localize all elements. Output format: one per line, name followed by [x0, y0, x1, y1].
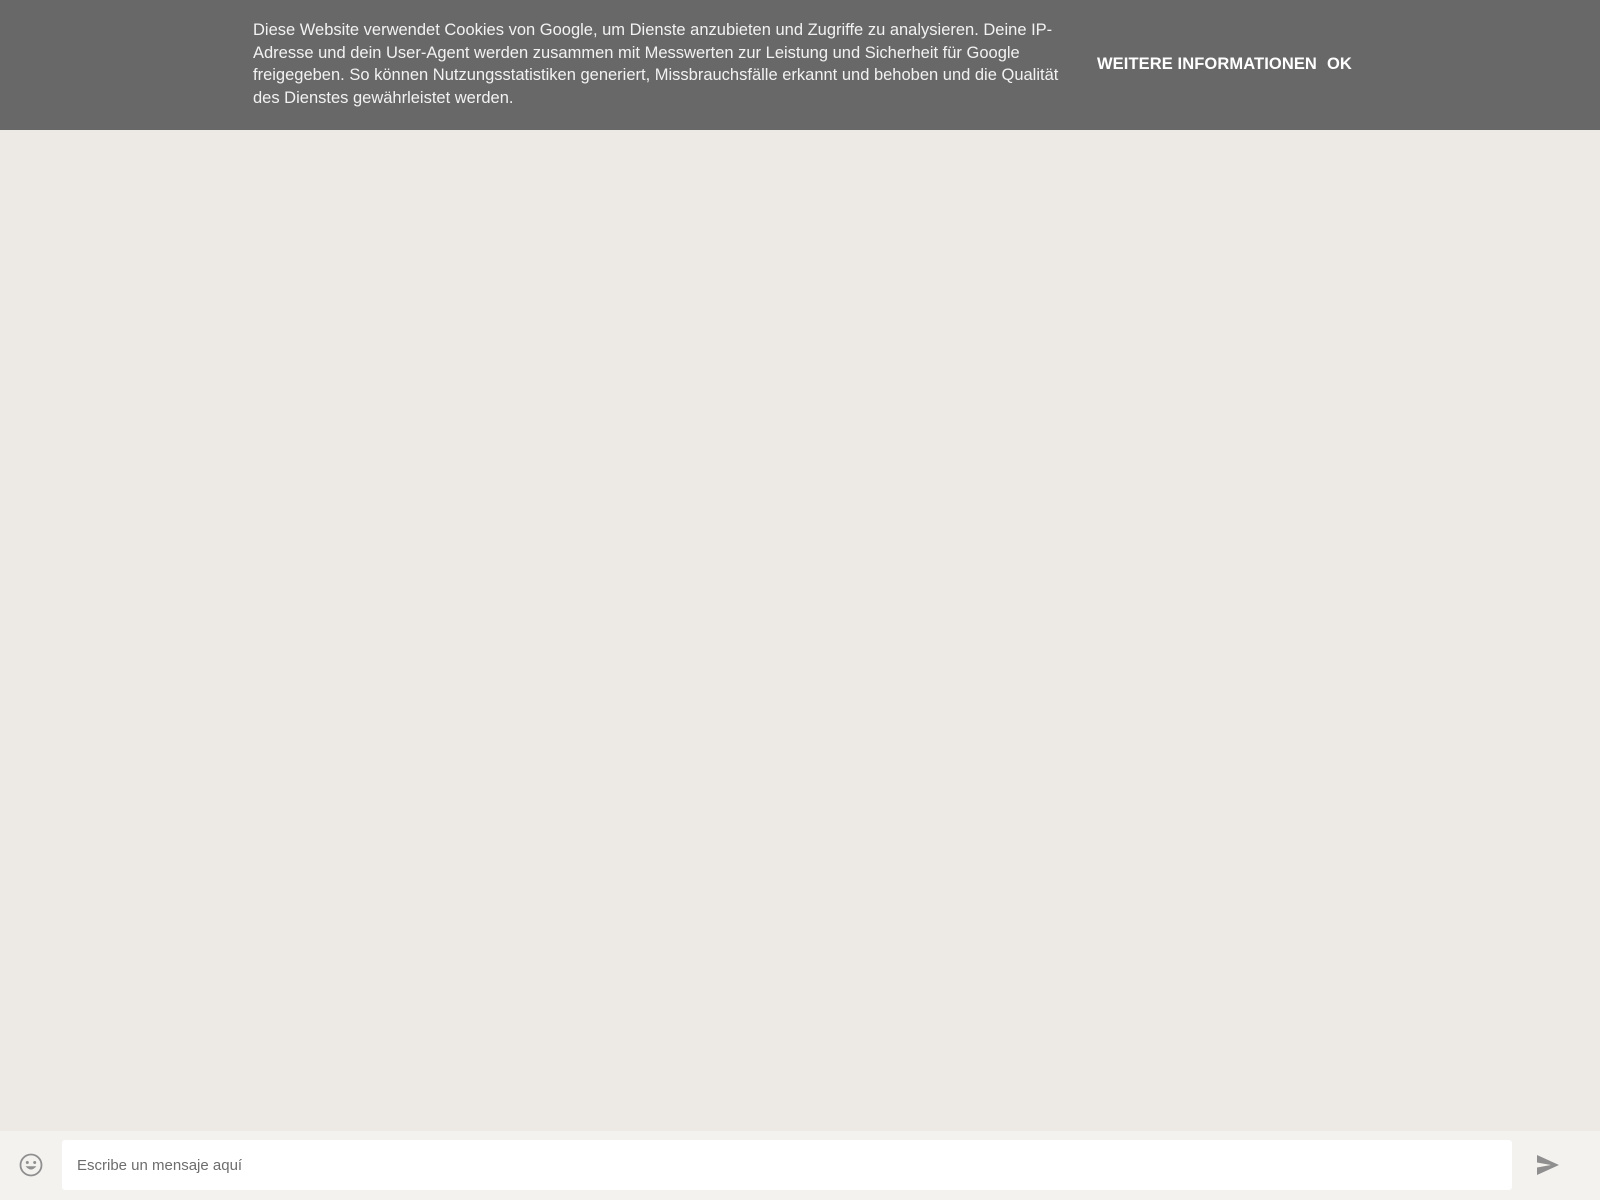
- cookie-ok-button[interactable]: OK: [1327, 53, 1352, 75]
- more-info-link[interactable]: WEITERE INFORMATIONEN: [1097, 53, 1317, 75]
- smiley-face-icon[interactable]: [17, 1151, 45, 1179]
- cookie-banner: Diese Website verwendet Cookies von Goog…: [0, 0, 1600, 130]
- send-arrow-icon[interactable]: [1535, 1152, 1561, 1178]
- message-input[interactable]: [62, 1140, 1512, 1190]
- chat-message-area: [0, 130, 1600, 1131]
- cookie-message: Diese Website verwendet Cookies von Goog…: [253, 21, 1059, 107]
